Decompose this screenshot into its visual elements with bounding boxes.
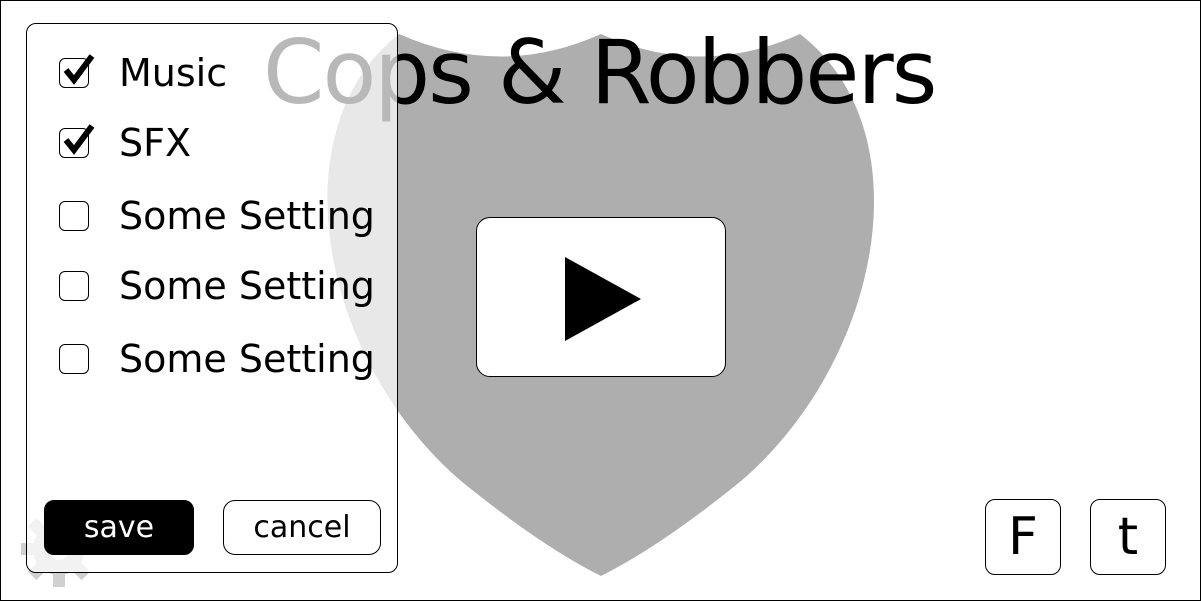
save-button[interactable]: save xyxy=(44,500,194,555)
setting-label: Some Setting xyxy=(119,264,375,308)
sfx-checkbox[interactable] xyxy=(59,124,95,158)
facebook-button[interactable]: F xyxy=(985,499,1061,575)
setting-item-5[interactable]: Some Setting xyxy=(59,337,375,381)
setting-checkbox[interactable] xyxy=(59,201,89,231)
game-screen: Cops & Robbers F t Music SFX Some Settin… xyxy=(0,0,1201,601)
play-icon xyxy=(565,257,641,341)
setting-item-4[interactable]: Some Setting xyxy=(59,264,375,308)
setting-label: Music xyxy=(119,51,228,95)
cancel-button[interactable]: cancel xyxy=(223,500,381,555)
setting-sfx[interactable]: SFX xyxy=(59,121,192,165)
setting-checkbox[interactable] xyxy=(59,344,89,374)
twitter-button[interactable]: t xyxy=(1090,499,1166,575)
setting-checkbox[interactable] xyxy=(59,271,89,301)
setting-label: SFX xyxy=(119,121,192,165)
setting-item-3[interactable]: Some Setting xyxy=(59,194,375,238)
music-checkbox[interactable] xyxy=(59,54,95,88)
setting-label: Some Setting xyxy=(119,337,375,381)
checkmark-icon xyxy=(63,54,95,85)
settings-panel: Music SFX Some Setting Some Setting Some… xyxy=(26,23,398,573)
setting-label: Some Setting xyxy=(119,194,375,238)
checkmark-icon xyxy=(63,124,95,155)
setting-music[interactable]: Music xyxy=(59,51,228,95)
play-button[interactable] xyxy=(476,217,726,377)
